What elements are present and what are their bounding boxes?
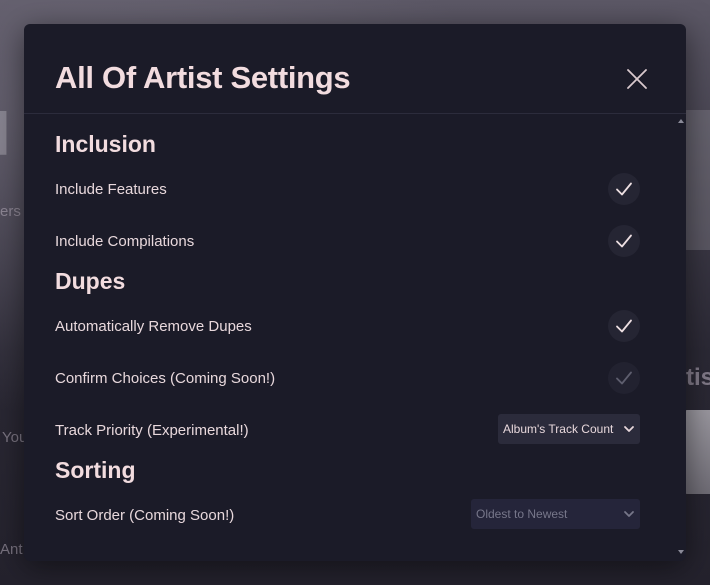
auto-remove-dupes-label: Automatically Remove Dupes: [55, 318, 252, 335]
sort-order-label: Sort Order (Coming Soon!): [55, 507, 235, 524]
sort-order-select[interactable]: Oldest to Newest: [471, 499, 640, 529]
background-text-fragment: Ant: [0, 541, 23, 558]
check-icon: [616, 319, 632, 333]
check-icon: [616, 371, 632, 385]
background-text-fragment: ers: [0, 203, 21, 220]
modal-title: All Of Artist Settings: [55, 60, 351, 95]
sort-order-value: Oldest to Newest: [476, 507, 568, 521]
confirm-choices-label: Confirm Choices (Coming Soon!): [55, 370, 276, 387]
track-priority-label: Track Priority (Experimental!): [55, 422, 249, 439]
check-icon: [616, 234, 632, 248]
check-icon: [616, 182, 632, 196]
close-button[interactable]: [624, 66, 650, 92]
modal-header: All Of Artist Settings: [24, 24, 686, 114]
confirm-choices-toggle[interactable]: [608, 362, 640, 394]
settings-modal: All Of Artist Settings Inclusion Include…: [24, 24, 686, 561]
chevron-down-icon: [624, 511, 634, 517]
include-compilations-toggle[interactable]: [608, 225, 640, 257]
track-priority-select[interactable]: Album's Track Count: [498, 414, 640, 444]
include-features-toggle[interactable]: [608, 173, 640, 205]
close-icon: [627, 69, 647, 89]
background-heading-fragment: l: [0, 101, 11, 168]
background-heading-fragment: tis: [686, 364, 710, 391]
modal-body: Inclusion Include Features Include Compi…: [24, 114, 686, 561]
section-title-inclusion: Inclusion: [55, 131, 156, 157]
include-features-label: Include Features: [55, 181, 167, 198]
chevron-down-icon: [624, 426, 634, 432]
background-card: [684, 110, 710, 250]
section-title-dupes: Dupes: [55, 268, 126, 294]
track-priority-value: Album's Track Count: [503, 422, 614, 436]
include-compilations-label: Include Compilations: [55, 233, 195, 250]
auto-remove-dupes-toggle[interactable]: [608, 310, 640, 342]
section-title-sorting: Sorting: [55, 457, 136, 483]
background-thumbnail: [684, 410, 710, 494]
